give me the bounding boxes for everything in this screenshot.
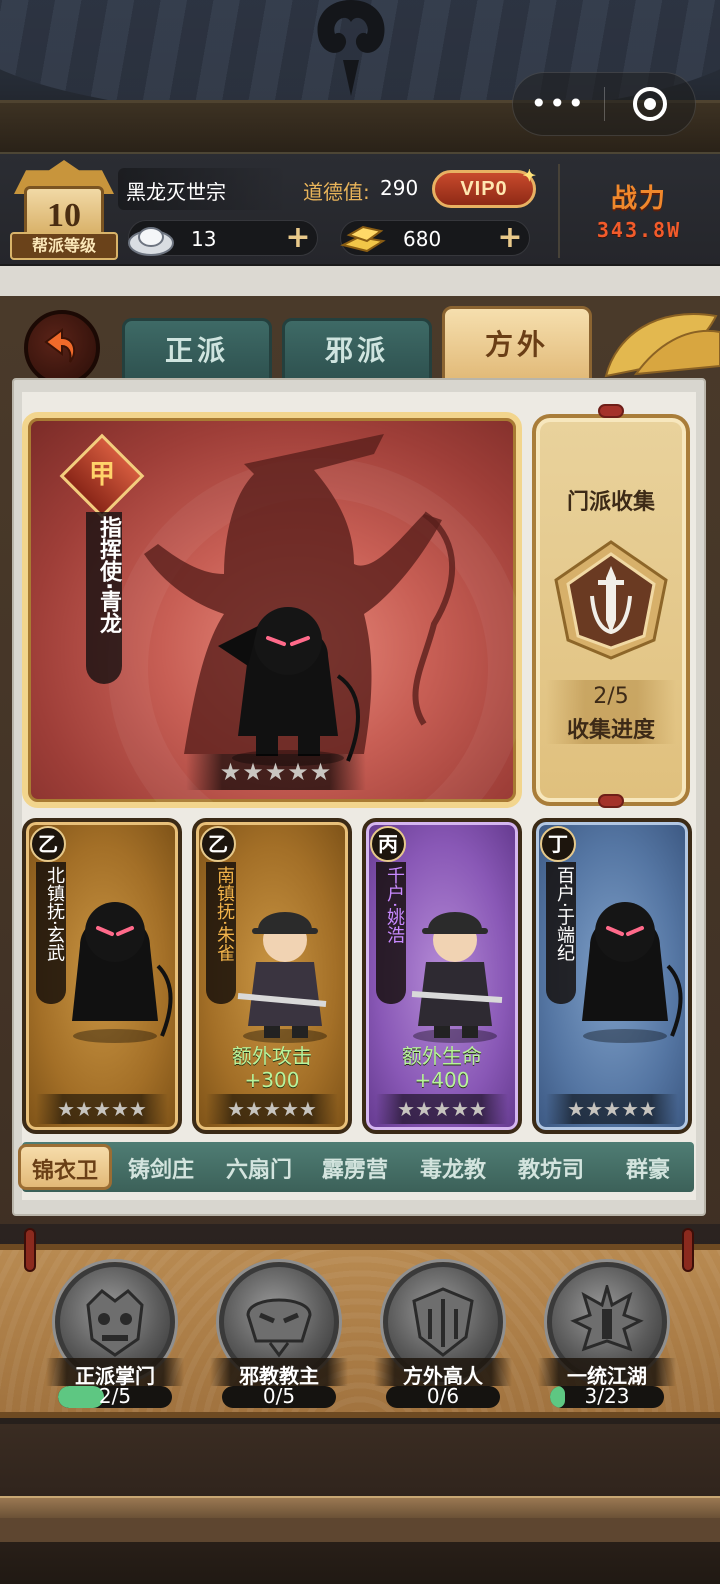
member-stars: ★★★★★: [36, 1094, 168, 1124]
member-bonus: 额外生命 +400: [366, 1044, 518, 1092]
faction-tab-zhujianzhuang[interactable]: 铸剑庄: [128, 1152, 194, 1184]
member-grade: 丁: [540, 826, 576, 862]
vip-label: VIP0: [460, 178, 508, 200]
sect-level-badge[interactable]: 10 帮派等级: [10, 160, 118, 262]
tab-heterodox[interactable]: 邪派: [282, 318, 432, 384]
bottom-plank: [0, 1424, 720, 1584]
hero-figure: [218, 607, 360, 766]
bonus-value: +400: [414, 1068, 470, 1092]
add-silver-button[interactable]: +: [283, 223, 313, 254]
achievement-count: 0/6: [426, 1384, 460, 1408]
scroll-knob-bottom: [598, 794, 624, 808]
sparkle-icon: ✦: [522, 168, 537, 185]
collection-progress-label: 收集进度: [566, 718, 655, 743]
back-arrow-icon: [44, 328, 76, 363]
board-rod-left: [24, 1228, 36, 1272]
faction-tab-jinyiwei[interactable]: 锦衣卫: [18, 1144, 112, 1190]
morality-label: 道德值:: [303, 180, 370, 204]
member-stars: ★★★★★: [376, 1094, 508, 1124]
member-name: 千户·姚浩: [384, 866, 405, 944]
achievement-count: 0/5: [262, 1384, 296, 1408]
member-stars: ★★★★★: [546, 1094, 678, 1124]
guard-figure: [237, 912, 327, 1043]
featured-hero-card[interactable]: 甲 指挥使·青龙 ★★★★★: [22, 412, 522, 808]
power-divider: [558, 164, 560, 258]
bottom-rail-lower: [0, 1518, 720, 1542]
silver-amount: 13: [191, 227, 217, 251]
member-card[interactable]: 丙 千户·姚浩 额外生命 +400 ★★★★★: [362, 818, 522, 1134]
tab-outsider-label: 方外: [484, 328, 549, 361]
hero-stars: ★★★★★: [186, 754, 366, 790]
achievement-outsider-master[interactable]: 方外高人 0/6: [374, 1262, 512, 1412]
member-grade: 乙: [30, 826, 66, 862]
tab-orthodox-label: 正派: [164, 334, 229, 367]
faction-tab-dulongjiao[interactable]: 毒龙教: [420, 1152, 486, 1184]
sword-shield-emblem-icon: [554, 540, 668, 660]
tab-orthodox[interactable]: 正派: [122, 318, 272, 384]
member-name: 北镇抚·玄武: [44, 866, 65, 962]
achievement-cult-leader[interactable]: 邪教教主 0/5: [210, 1262, 348, 1412]
gold-bars-icon: [340, 225, 386, 253]
mini-program-capsule: •••: [512, 72, 696, 136]
silver-ingot-icon: [128, 227, 174, 256]
add-gold-button[interactable]: +: [495, 223, 525, 254]
player-name: 黑龙灭世宗: [126, 180, 226, 204]
combat-power-value: 343.8W: [596, 218, 682, 242]
locked-silhouette-figure: [72, 902, 173, 1043]
faction-tab-qunhao[interactable]: 群豪: [626, 1152, 670, 1184]
tab-outsider[interactable]: 方外: [442, 306, 592, 384]
member-card[interactable]: 乙 南镇抚·朱雀 额外攻击 +300 ★★★★★: [192, 818, 352, 1134]
sect-level-label: 帮派等级: [10, 232, 118, 260]
member-card[interactable]: 乙 北镇抚·玄武 ★★★★★: [22, 818, 182, 1134]
bonus-title: 额外攻击: [232, 1044, 312, 1068]
combat-power-label: 战力: [610, 184, 667, 214]
gold-resource: 680 +: [340, 220, 530, 256]
member-grade: 乙: [200, 826, 236, 862]
guard-figure: [411, 912, 503, 1043]
tab-heterodox-label: 邪派: [324, 334, 389, 367]
vip-button[interactable]: VIP0 ✦: [432, 168, 536, 208]
member-card[interactable]: 丁 百户·于端纪 ★★★★★: [532, 818, 692, 1134]
bonus-value: +300: [244, 1068, 300, 1092]
member-name: 百户·于端纪: [554, 866, 575, 962]
achievement-count: 3/23: [584, 1384, 630, 1408]
faction-tab-liushanmen[interactable]: 六扇门: [226, 1152, 292, 1184]
locked-silhouette-figure: [582, 902, 683, 1043]
achievement-count: 2/5: [98, 1384, 132, 1408]
achievement-orthodox-master[interactable]: 正派掌门 2/5: [46, 1262, 184, 1412]
collection-count: 2/5: [593, 684, 629, 709]
faction-tab-jiaofangsi[interactable]: 教坊司: [518, 1152, 584, 1184]
collection-title: 门派收集: [566, 490, 655, 515]
bottom-rail: [0, 1496, 720, 1518]
member-name: 南镇抚·朱雀: [214, 866, 235, 962]
board-rod-right: [682, 1228, 694, 1272]
scroll-knob-top: [598, 404, 624, 418]
player-status-bar: 10 帮派等级 黑龙灭世宗 道德值: 290 VIP0 ✦ 13 + 680 +…: [0, 152, 720, 266]
gap-strip: [0, 266, 720, 296]
morality-value: 290: [380, 176, 419, 200]
member-grade: 丙: [370, 826, 406, 862]
gold-amount: 680: [403, 227, 442, 251]
member-stars: ★★★★★: [206, 1094, 338, 1124]
record-circle-icon[interactable]: [605, 87, 696, 121]
bonus-title: 额外生命: [402, 1044, 482, 1068]
achievement-unify-jianghu[interactable]: 一统江湖 3/23: [538, 1262, 676, 1412]
sect-level-number: 10: [47, 197, 81, 234]
silver-resource: 13 +: [128, 220, 318, 256]
hero-name: 指挥使·青龙: [96, 516, 121, 635]
roof-header: •••: [0, 0, 720, 152]
member-bonus: 额外攻击 +300: [196, 1044, 348, 1092]
back-button[interactable]: [24, 310, 100, 386]
ginkgo-leaf-decoration: [604, 313, 720, 378]
faction-tab-pilibying[interactable]: 霹雳营: [322, 1152, 388, 1184]
hero-grade: 甲: [88, 460, 115, 489]
more-dots-icon[interactable]: •••: [513, 72, 604, 136]
roof-ornament-icon: [317, 0, 385, 96]
